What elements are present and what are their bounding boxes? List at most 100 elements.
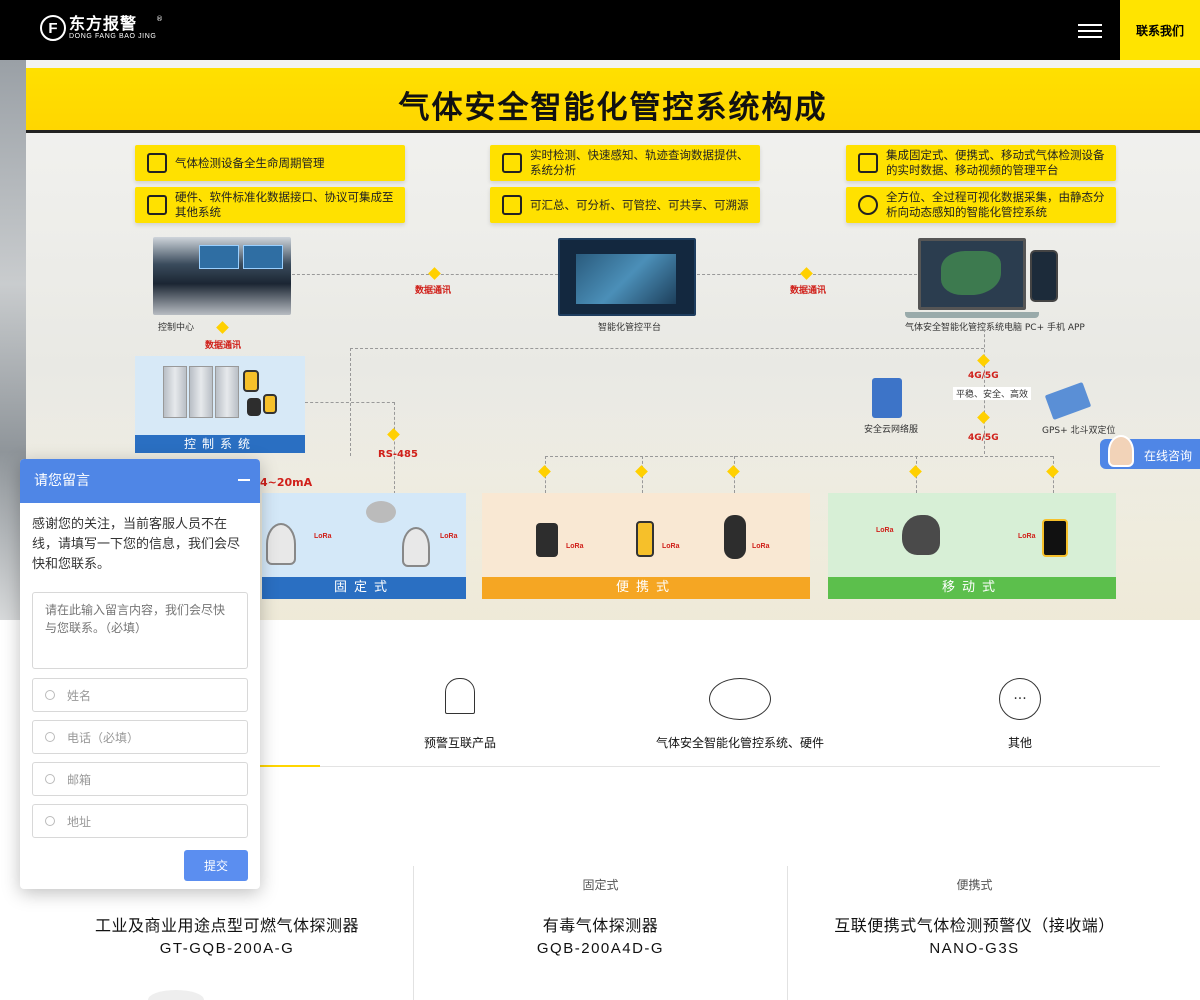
product-category: 便携式 [956,878,993,892]
logo-registered-mark: ® [156,15,163,23]
feature-text: 实时检测、快速感知、轨迹查询数据提供、系统分析 [530,148,749,177]
4g5g-label: 4G/5G [968,433,999,443]
tab-label: 其他 [1007,736,1032,750]
chart-icon [502,153,522,173]
platform-image [558,238,696,316]
product-name: 有毒气体探测器 [542,916,659,935]
cloud-caption: 安全云网络服 [864,425,919,435]
lora-tag: LoRa [752,543,770,550]
address-input[interactable] [67,812,237,832]
link-node [977,354,990,367]
banner-title: 气体安全智能化管控系统构成 [398,90,828,126]
feature-box-visual: 全方位、全过程可视化数据采集，由静态分析向动态感知的智能化管控系统 [846,187,1116,223]
phone-field[interactable] [32,720,248,754]
ma-label: 4~20mA [260,476,313,489]
title-underline [26,130,1200,133]
lora-tag: LoRa [440,533,458,540]
message-textarea[interactable] [32,592,248,669]
submit-button[interactable]: 提交 [184,850,248,881]
device-icon [147,153,167,173]
site-header: F 东方报警 DONG FANG BAO JING ® 联系我们 [0,0,1200,60]
email-input[interactable] [67,770,237,790]
interface-icon [147,195,167,215]
more-dots-icon: ··· [999,678,1041,720]
feature-text: 硬件、软件标准化数据接口、协议可集成至其他系统 [175,190,394,219]
cloud-server-icon [872,378,902,418]
gps-caption: GPS+ 北斗双定位 [1042,426,1116,436]
lora-tag: LoRa [662,543,680,550]
user-icon [45,690,55,700]
system-hardware-icon [709,678,771,720]
pc-app-caption: 气体安全智能化管控系统电脑 PC+ 手机 APP [905,323,1085,333]
data-comm-label: 数据通讯 [790,286,827,296]
control-center-caption: 控制中心 [158,323,195,333]
document-edit-icon [502,195,522,215]
address-field[interactable] [32,804,248,838]
phone-input[interactable] [67,728,237,748]
logo-text: 东方报警 DONG FANG BAO JING [69,15,156,41]
product-model: GQB-200A4D-G [536,940,665,957]
product-model: GT-GQB-200A-G [159,940,295,957]
data-comm-label: 数据通讯 [205,341,242,351]
minimize-icon[interactable] [238,479,250,481]
lora-tag: LoRa [876,527,894,534]
email-icon [45,774,55,784]
link-node [428,267,441,280]
product-thumbnail [148,990,204,1000]
logo-en: DONG FANG BAO JING [69,33,157,40]
alarm-light-icon [445,678,475,714]
leave-message-widget: 请您留言 感谢您的关注，当前客服人员不在线，请填写一下您的信息，我们会尽快和您联… [20,459,260,889]
name-input[interactable] [67,686,237,706]
lora-tag: LoRa [1018,533,1036,540]
feature-text: 全方位、全过程可视化数据采集，由静态分析向动态感知的智能化管控系统 [886,190,1105,219]
portable-group-label: 便携式 [482,577,810,599]
tab-other[interactable]: ··· 其他 [910,678,1130,751]
lora-tag: LoRa [566,543,584,550]
lora-tag: LoRa [314,533,332,540]
bus-line [350,348,984,349]
platform-caption: 智能化管控平台 [598,323,662,333]
chat-header: 请您留言 [20,459,260,503]
email-field[interactable] [32,762,248,796]
link-line [292,274,558,275]
product-card[interactable]: 便携式 互联便携式气体检测预警仪（接收端） NANO-G3S [787,866,1161,1000]
rs485-line [305,402,395,403]
feature-box-realtime: 实时检测、快速感知、轨迹查询数据提供、系统分析 [490,145,760,181]
chat-title: 请您留言 [34,473,90,489]
contact-us-button[interactable]: 联系我们 [1120,0,1200,60]
site-logo[interactable]: F 东方报警 DONG FANG BAO JING ® [40,15,163,41]
dashboard-icon [858,153,878,173]
product-name: 互联便携式气体检测预警仪（接收端） [834,916,1115,935]
control-center-image [153,237,291,315]
feature-text: 气体检测设备全生命周期管理 [175,155,325,170]
laptop-base [905,312,1039,318]
rs485-line [394,402,395,494]
tab-system-hardware[interactable]: 气体安全智能化管控系统、硬件 [630,678,850,751]
feature-box-lifecycle: 气体检测设备全生命周期管理 [135,145,405,181]
product-card[interactable]: 固定式 有毒气体探测器 GQB-200A4D-G [413,866,787,1000]
rs485-label: RS-485 [378,449,418,460]
link-node [216,321,229,334]
online-consult-button[interactable]: 在线咨询 [1100,435,1200,469]
4g5g-label: 4G/5G [968,371,999,381]
pc-app-image [918,238,1026,310]
link-node [800,267,813,280]
feature-box-traceable: 可汇总、可分析、可管控、可共享、可溯源 [490,187,760,223]
hamburger-menu-icon[interactable] [1078,24,1102,38]
product-model: NANO-G3S [929,940,1020,957]
tab-warning-products[interactable]: 预警互联产品 [350,678,570,751]
name-field[interactable] [32,678,248,712]
tab-label: 气体安全智能化管控系统、硬件 [655,736,824,750]
product-category: 固定式 [582,878,619,892]
bus-line [545,456,1053,457]
tab-label: 预警互联产品 [423,736,496,750]
chat-intro-text: 感谢您的关注，当前客服人员不在线，请填写一下您的信息，我们会尽快和您联系。 [32,517,241,572]
feature-text: 集成固定式、便携式、移动式气体检测设备的实时数据、移动视频的管理平台 [886,148,1105,177]
data-comm-label: 数据通讯 [415,286,452,296]
phone-image [1030,250,1058,302]
phone-icon [45,732,55,742]
mobile-group-label: 移动式 [828,577,1116,599]
atom-icon [858,195,878,215]
tabs-divider [240,766,1160,767]
address-icon [45,816,55,826]
